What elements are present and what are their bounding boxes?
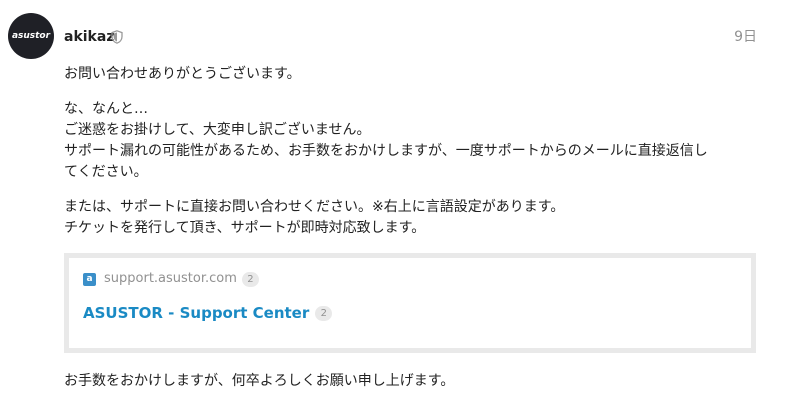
text-line: な、なんと… <box>64 101 148 117</box>
link-onebox[interactable]: a support.asustor.com 2 ASUSTOR - Suppor… <box>64 253 756 353</box>
asustor-favicon-icon: a <box>83 272 96 286</box>
paragraph-apology: な、なんと… ご迷惑をお掛けして、大変申し訳ございません。 サポート漏れの可能性… <box>64 99 764 183</box>
post-date[interactable]: 9日 <box>734 29 757 45</box>
text-line: サポート漏れの可能性があるため、お手数をおかけしますが、一度サポートからのメール… <box>64 143 708 159</box>
avatar[interactable]: asustor <box>8 13 54 59</box>
onebox-source-domain[interactable]: support.asustor.com <box>104 271 237 287</box>
username[interactable]: akikaz <box>64 29 114 45</box>
onebox-source: a support.asustor.com 2 <box>83 270 259 288</box>
text-line: または、サポートに直接お問い合わせください。※右上に言語設定があります。 <box>64 199 565 215</box>
avatar-logo-text: asustor <box>11 31 51 41</box>
text-line: チケットを発行して頂き、サポートが即時対応致します。 <box>64 220 426 236</box>
text-line: てください。 <box>64 164 148 180</box>
onebox-title-link[interactable]: ASUSTOR - Support Center <box>83 303 309 323</box>
title-click-count-badge: 2 <box>315 305 333 321</box>
shield-icon <box>111 30 123 44</box>
text-line: お問い合わせありがとうございます。 <box>64 66 301 82</box>
post-body: お問い合わせありがとうございます。 な、なんと… ご迷惑をお掛けして、大変申し訳… <box>64 64 764 406</box>
post: asustor akikaz 9日 お問い合わせありがとうございます。 な、なん… <box>0 0 787 414</box>
text-line: お手数をおかけしますが、何卒よろしくお願い申し上げます。 <box>64 373 455 389</box>
text-line: ご迷惑をお掛けして、大変申し訳ございません。 <box>64 122 371 138</box>
paragraph-contact: または、サポートに直接お問い合わせください。※右上に言語設定があります。 チケッ… <box>64 197 764 239</box>
source-click-count-badge: 2 <box>241 271 259 287</box>
paragraph-greeting: お問い合わせありがとうございます。 <box>64 64 764 85</box>
onebox-title: ASUSTOR - Support Center 2 <box>83 302 333 324</box>
paragraph-closing: お手数をおかけしますが、何卒よろしくお願い申し上げます。 <box>64 371 764 392</box>
